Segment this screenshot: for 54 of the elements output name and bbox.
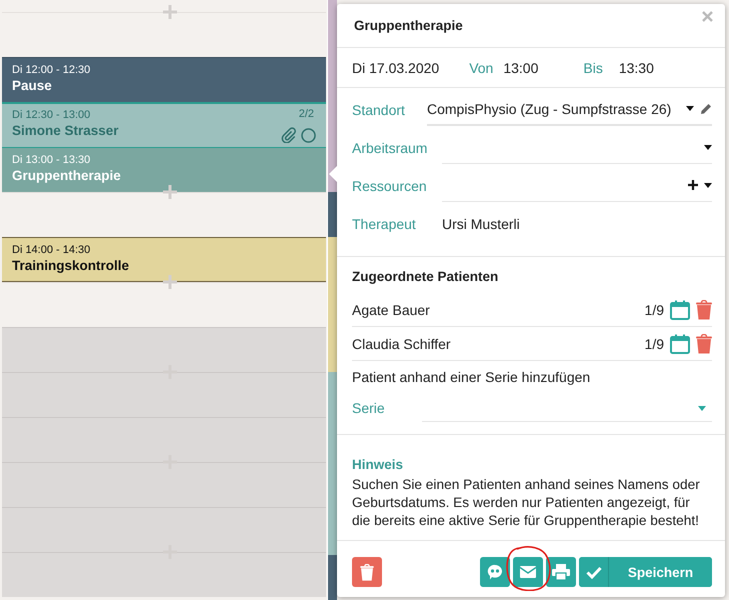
to-label: Bis [583,60,603,76]
appointment-title: Trainingskontrolle [12,257,130,275]
field-label: Serie [352,400,386,418]
field-label: Ressourcen [352,177,428,194]
caret-icon[interactable] [704,182,712,188]
patient-name: Claudia Schiffer [352,336,452,352]
series-count: 1/9 [644,302,664,318]
envelope-icon [520,566,536,578]
to-time[interactable]: 13:30 [618,60,654,76]
section-title: Zugeordnete Patienten [352,269,498,284]
therapist-name: Ursi Musterli [442,216,520,232]
appointment-time: Di 14:00 - 14:30 [12,243,90,257]
delete-button[interactable] [352,557,382,587]
appointment-block[interactable]: Di 12:00 - 12:30 Pause [2,57,326,102]
field-value: CompisPhysio (Zug - Sumpfstrasse 26) [427,100,672,116]
trash-icon[interactable] [696,334,712,354]
paperclip-icon [281,127,297,143]
calendar-icon[interactable] [670,300,690,320]
appointment-date: Di 17.03.2020 [352,60,440,76]
appointment-time: Di 13:00 - 13:30 [12,153,90,167]
speech-bubble-icon [487,564,503,580]
printer-icon [552,564,570,580]
appointment-title: Simone Strasser [12,122,119,140]
caret-icon[interactable] [704,144,712,150]
field-label: Arbeitsraum [352,139,428,156]
series-count: 1/9 [644,336,664,352]
hint-title: Hinweis [352,457,404,472]
pencil-icon[interactable] [700,102,712,114]
print-button[interactable] [546,557,576,587]
checkmark-icon [586,566,602,578]
from-time[interactable]: 13:00 [503,60,538,76]
trash-icon [360,564,374,580]
appointment-title: Gruppentherapie [12,167,121,185]
check-button[interactable] [579,557,609,587]
plus-icon[interactable] [688,180,698,190]
popup-title: Gruppentherapie [354,18,463,33]
calendar-icon[interactable] [670,334,690,354]
appointment-time: Di 12:30 - 13:00 [12,108,90,122]
appointment-time: Di 12:00 - 12:30 [12,63,90,77]
circle-icon[interactable] [301,128,316,142]
appointment-title: Pause [12,77,52,95]
field-label: Therapeut [352,215,417,232]
from-label: Von [469,60,494,76]
mail-button[interactable] [513,557,543,587]
caret-icon[interactable] [686,106,694,111]
comment-button[interactable] [480,557,510,587]
trash-icon[interactable] [696,300,712,320]
close-icon[interactable] [702,11,713,22]
add-patient-text: Patient anhand einer Serie hinzufügen [352,369,590,385]
select-field[interactable]: CompisPhysio (Zug - Sumpfstrasse 26) [427,98,712,126]
appointment-count: 2/2 [298,108,314,120]
appointment-block[interactable]: Di 14:00 - 14:30 Trainingskontrolle [2,237,326,282]
hint-text: Suchen Sie einen Patienten anhand seines Namens oder Geburtsdatums. Es werden nur Patienten angezeigt, für die bereits eine aktive Serie für Gruppentherapie besteht! [352,476,701,530]
patient-name: Agate Bauer [352,302,431,318]
